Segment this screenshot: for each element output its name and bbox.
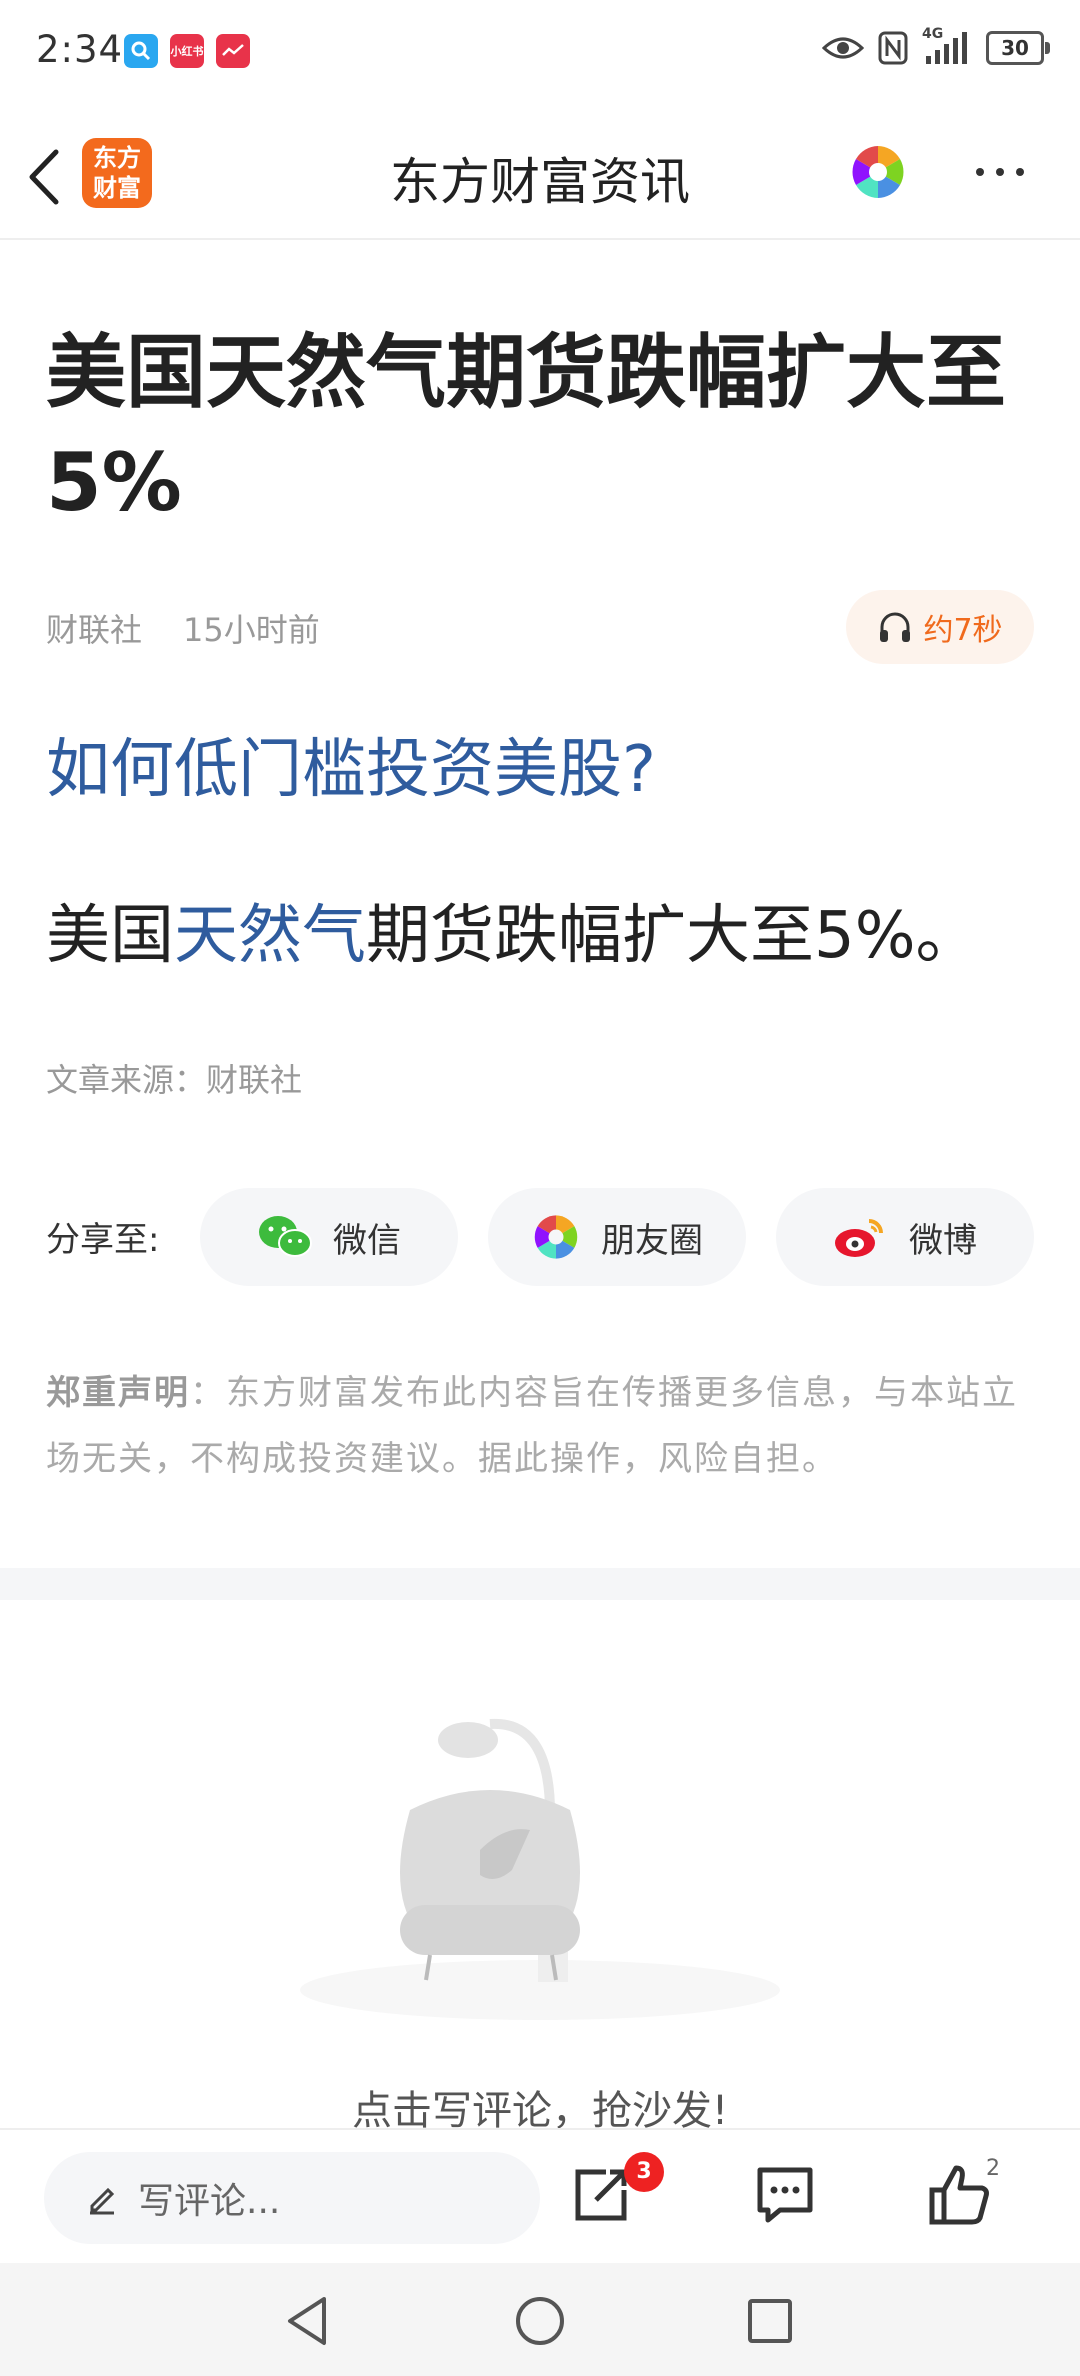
body-text-suffix: 期货跌幅扩大至5%。 <box>366 899 980 973</box>
disclaimer-title: 郑重声明 <box>46 1373 190 1413</box>
nfc-icon <box>878 31 908 65</box>
article-time: 15小时前 <box>183 611 320 649</box>
audio-duration: 约7秒 <box>923 613 1003 648</box>
eye-icon <box>822 37 864 59</box>
status-time: 2:34 <box>36 28 124 71</box>
section-divider <box>0 1568 1080 1600</box>
xiaohongshu-icon: 小红书 <box>170 34 204 68</box>
aperture-icon <box>852 146 904 198</box>
battery-indicator: 30 <box>986 31 1050 65</box>
bottom-action-bar: 写评论... 3 2 <box>0 2128 1080 2265</box>
more-button[interactable] <box>970 142 1030 202</box>
comment-input[interactable]: 写评论... <box>44 2152 540 2244</box>
app-header: 东方 财富 东方财富资讯 <box>0 120 1080 240</box>
page-title: 东方财富资讯 <box>390 153 690 211</box>
xiaohongshu-label: 小红书 <box>170 45 204 58</box>
share-label: 分享至: <box>46 1220 160 1260</box>
share-weibo-button[interactable]: 微博 <box>776 1188 1034 1286</box>
share-badge: 3 <box>624 2152 664 2192</box>
body-text-prefix: 美国 <box>46 899 174 973</box>
more-dots-icon <box>976 168 1024 176</box>
moments-icon <box>534 1215 578 1259</box>
comment-placeholder: 写评论... <box>138 2181 281 2222</box>
nav-back-icon[interactable] <box>280 2293 336 2349</box>
like-button[interactable] <box>924 2160 994 2230</box>
empty-comments-illustration <box>290 1700 790 2020</box>
listen-button[interactable]: 约7秒 <box>846 590 1034 664</box>
headphones-icon <box>880 612 911 642</box>
signal-icon <box>926 32 967 64</box>
comment-bubble-icon <box>757 2167 813 2223</box>
share-weibo-label: 微博 <box>909 1220 977 1261</box>
article-title: 美国天然气期货跌幅扩大至5% <box>46 326 1006 529</box>
status-indicators: 4G 30 <box>822 26 1050 66</box>
article-source-line: 文章来源：财联社 <box>46 1061 303 1099</box>
like-count: 2 <box>986 2156 1000 2181</box>
qq-browser-icon <box>124 34 158 68</box>
promo-link[interactable]: 如何低门槛投资美股? <box>46 718 656 810</box>
article-source[interactable]: 财联社 <box>46 605 142 651</box>
signal-indicator: 4G <box>922 26 972 66</box>
wechat-icon <box>259 1216 312 1257</box>
system-nav-bar <box>0 2263 1080 2376</box>
weibo-icon <box>835 1219 883 1257</box>
share-wechat-label: 微信 <box>333 1220 401 1261</box>
share-moments-button[interactable]: 朋友圈 <box>488 1188 746 1286</box>
nav-recents-icon[interactable] <box>742 2293 798 2349</box>
sofa-lamp-illustration <box>300 1718 780 2020</box>
disclaimer-text: ：东方财富发布此内容旨在传播更多信息，与本站立场无关，不构成投资建议。据此操作，… <box>46 1373 1018 1479</box>
moments-share-button[interactable] <box>848 142 908 202</box>
nav-home-icon[interactable] <box>512 2293 568 2349</box>
share-wechat-button[interactable]: 微信 <box>200 1188 458 1286</box>
comments-button[interactable] <box>750 2160 820 2230</box>
finance-app-icon <box>216 34 250 68</box>
share-moments-label: 朋友圈 <box>601 1220 703 1261</box>
status-app-icons: 小红书 <box>124 34 250 68</box>
thumbs-up-icon <box>929 2165 989 2225</box>
article-body: 美国天然气期货跌幅扩大至5%。 <box>46 884 980 976</box>
keyword-link[interactable]: 天然气 <box>174 899 366 973</box>
pencil-icon <box>90 2187 115 2215</box>
disclaimer: 郑重声明：东方财富发布此内容旨在传播更多信息，与本站立场无关，不构成投资建议。据… <box>46 1360 1036 1492</box>
